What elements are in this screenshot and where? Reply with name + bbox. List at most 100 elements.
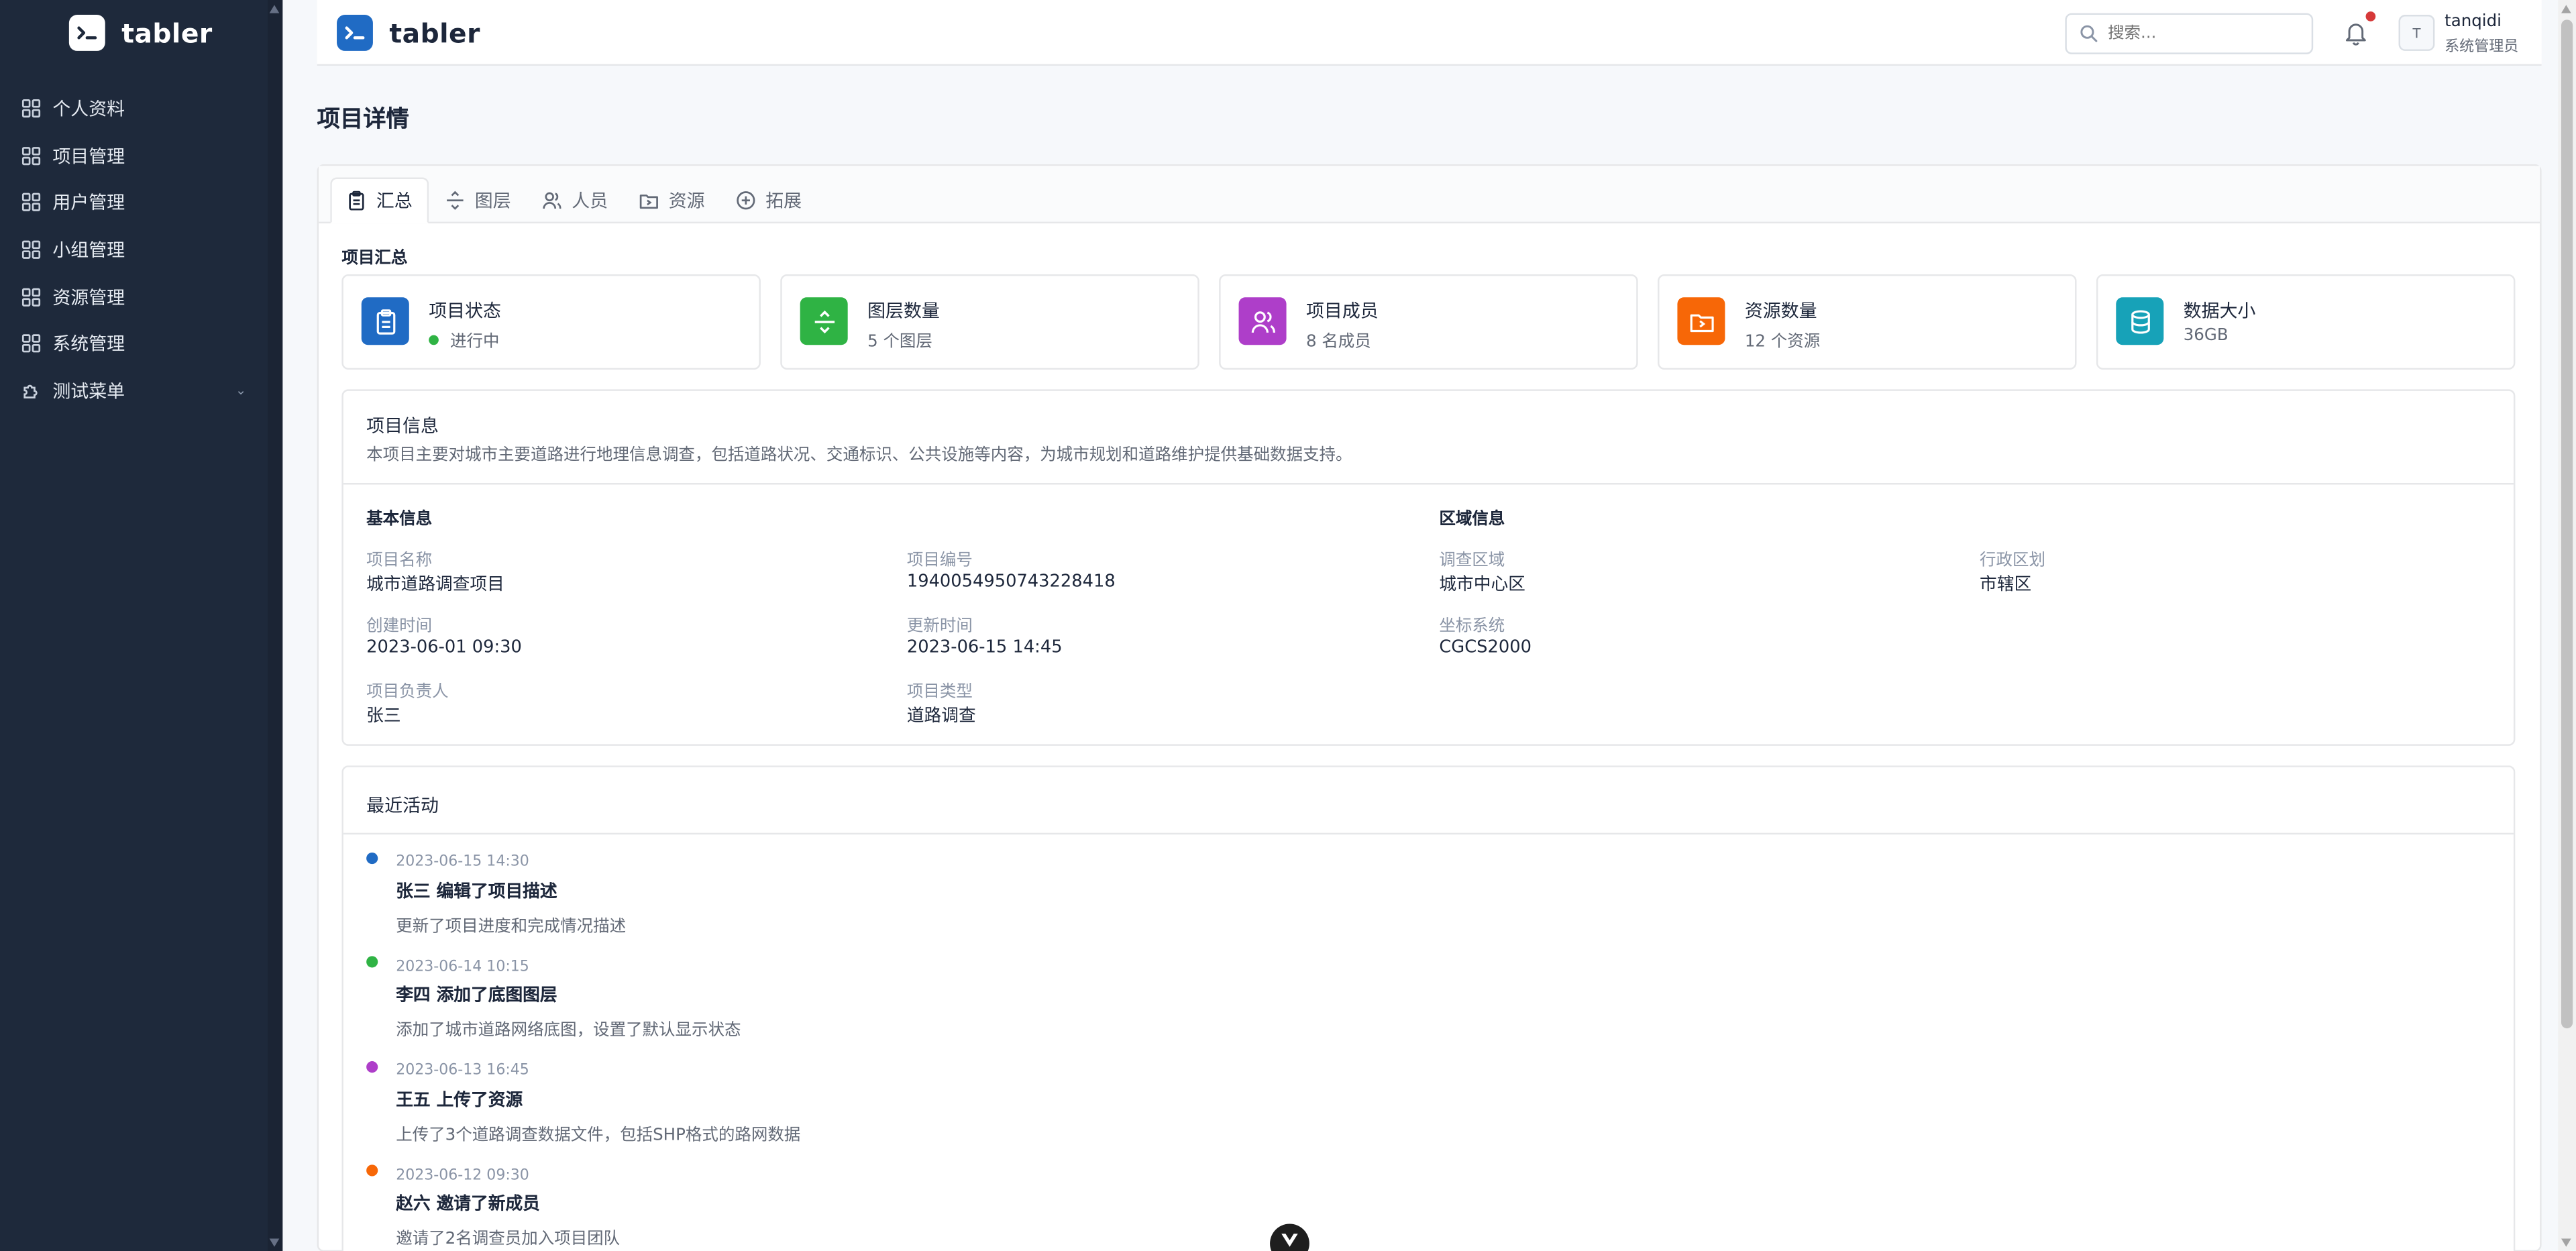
stat-label: 图层数量 — [867, 301, 940, 323]
activity-time: 2023-06-13 16:45 — [396, 1063, 529, 1079]
status-text: 进行中 — [450, 333, 500, 352]
scrollbar-thumb[interactable] — [2561, 19, 2573, 1029]
tab-resources[interactable]: 资源 — [625, 177, 720, 223]
user-name[interactable]: tanqidi — [2445, 13, 2502, 32]
header-logo[interactable]: tabler — [337, 15, 480, 51]
bell-icon[interactable] — [2345, 19, 2367, 46]
field-value: 道路调查 — [906, 706, 976, 726]
tab-label: 汇总 — [376, 191, 413, 212]
tabler-logo-icon — [337, 15, 373, 51]
field-value: 2023-06-15 14:45 — [906, 637, 1063, 657]
sidebar-item-test-menu[interactable]: 测试菜单 ⌄ — [0, 368, 282, 415]
timeline-dot — [366, 956, 378, 968]
field-value: 城市中心区 — [1439, 575, 1525, 595]
basic-info-title: 基本信息 — [366, 510, 433, 529]
activity-time: 2023-06-12 09:30 — [396, 1168, 529, 1185]
summary-title: 项目汇总 — [341, 250, 408, 268]
tab-summary[interactable]: 汇总 — [330, 177, 429, 224]
activity-title: 李四 添加了底图图层 — [396, 985, 557, 1005]
field-label: 项目编号 — [906, 551, 973, 570]
timeline-dot — [366, 1061, 378, 1073]
search-input[interactable] — [2108, 24, 2289, 43]
activity-time: 2023-06-14 10:15 — [396, 959, 529, 976]
sidebar-item-label: 项目管理 — [52, 146, 125, 168]
region-info-title: 区域信息 — [1439, 510, 1505, 529]
field-label: 更新时间 — [906, 617, 973, 636]
sidebar-item-projects[interactable]: 项目管理 — [0, 132, 282, 179]
tab-label: 人员 — [572, 191, 608, 212]
scroll-down-arrow-icon[interactable] — [269, 1238, 280, 1247]
sidebar-item-label: 系统管理 — [52, 333, 125, 356]
sidebar-item-label: 资源管理 — [52, 286, 125, 309]
sidebar: tabler 个人资料 项目管理 用户管理 小组管理 资源管理 系统管理 测试菜… — [0, 0, 283, 1251]
layers-icon — [445, 191, 465, 210]
chevron-down-icon: ⌄ — [235, 383, 247, 398]
field-label: 项目名称 — [366, 551, 433, 570]
sidebar-scrollbar[interactable] — [268, 0, 283, 1251]
field-label: 项目负责人 — [366, 683, 449, 702]
stat-card-layers: 图层数量 5 个图层 — [780, 274, 1199, 370]
page-scrollbar[interactable] — [2558, 0, 2576, 1251]
sidebar-item-profile[interactable]: 个人资料 — [0, 85, 282, 132]
sidebar-item-users[interactable]: 用户管理 — [0, 179, 282, 226]
clipboard-icon — [361, 297, 409, 345]
activity-description: 上传了3个道路调查数据文件，包括SHP格式的路网数据 — [396, 1127, 801, 1145]
folder-icon — [639, 191, 659, 210]
timeline-dot — [366, 853, 378, 865]
tab-label: 资源 — [668, 191, 705, 212]
notification-badge — [2365, 11, 2376, 21]
recent-activity-title: 最近活动 — [366, 795, 439, 817]
grid-icon — [21, 99, 41, 119]
puzzle-icon — [21, 381, 41, 400]
stat-label: 项目成员 — [1305, 301, 1379, 323]
scroll-up-arrow-icon[interactable] — [269, 5, 280, 13]
search-box[interactable] — [2065, 13, 2314, 54]
field-value: CGCS2000 — [1439, 637, 1532, 657]
sidebar-item-label: 小组管理 — [52, 239, 125, 262]
project-info-title: 项目信息 — [366, 415, 439, 437]
project-info-card: 项目信息 本项目主要对城市主要道路进行地理信息调查，包括道路状况、交通标识、公共… — [341, 389, 2516, 746]
field-label: 坐标系统 — [1439, 617, 1505, 636]
sidebar-logo[interactable]: tabler — [68, 15, 213, 51]
sidebar-menu: 个人资料 项目管理 用户管理 小组管理 资源管理 系统管理 测试菜单 ⌄ — [0, 85, 282, 414]
grid-icon — [21, 334, 41, 353]
tabler-logo-icon — [68, 15, 105, 51]
stat-label: 资源数量 — [1744, 301, 1817, 323]
field-label: 调查区域 — [1439, 551, 1505, 570]
grid-icon — [21, 287, 41, 307]
sidebar-item-groups[interactable]: 小组管理 — [0, 226, 282, 273]
tab-extensions[interactable]: 拓展 — [721, 177, 816, 223]
stat-value: 5 个图层 — [867, 333, 932, 352]
field-value: 2023-06-01 09:30 — [366, 637, 522, 657]
scroll-down-arrow-icon[interactable] — [2561, 1238, 2571, 1247]
timeline-dot — [366, 1164, 378, 1177]
status-dot — [429, 334, 439, 345]
folder-icon — [1677, 297, 1725, 345]
tab-bar: 汇总 图层 人员 资源 拓展 — [319, 166, 2540, 224]
plus-circle-icon — [736, 191, 755, 210]
grid-icon — [21, 146, 41, 166]
page-title: 项目详情 — [317, 107, 409, 133]
field-value: 市辖区 — [1980, 575, 2032, 595]
recent-activity-card: 最近活动 — [341, 765, 2516, 1251]
recent-activity-header: 最近活动 — [343, 767, 2514, 835]
grid-icon — [21, 240, 41, 260]
stat-value: 8 名成员 — [1305, 333, 1371, 352]
tab-members[interactable]: 人员 — [527, 177, 623, 223]
clipboard-icon — [347, 191, 366, 211]
stat-card-data-size: 数据大小 36GB — [2096, 274, 2516, 370]
avatar[interactable]: T — [2398, 15, 2435, 51]
field-value: 张三 — [366, 706, 401, 726]
tab-layers[interactable]: 图层 — [431, 177, 526, 223]
scroll-up-arrow-icon[interactable] — [2561, 5, 2571, 13]
stat-value: 12 个资源 — [1744, 333, 1821, 352]
tab-label: 图层 — [474, 191, 511, 212]
activity-title: 张三 编辑了项目描述 — [396, 882, 557, 902]
sidebar-item-label: 个人资料 — [52, 99, 125, 121]
field-value: 1940054950743228418 — [906, 572, 1116, 592]
field-label: 行政区划 — [1980, 551, 2046, 570]
sidebar-item-resources[interactable]: 资源管理 — [0, 273, 282, 320]
users-icon — [1238, 297, 1287, 345]
field-label: 项目类型 — [906, 683, 973, 702]
sidebar-item-system[interactable]: 系统管理 — [0, 320, 282, 367]
